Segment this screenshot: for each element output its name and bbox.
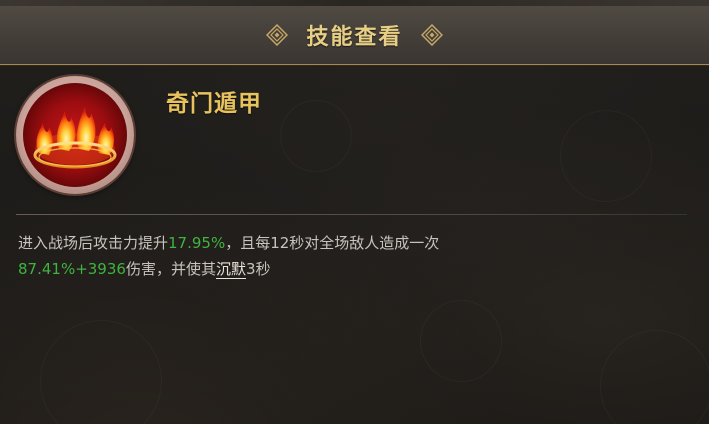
background-ornament <box>560 110 652 202</box>
background-ornament <box>280 100 352 172</box>
dialog-title: 技能查看 <box>306 24 403 50</box>
skill-description: 进入战场后攻击力提升17.95%，且每12秒对全场敌人造成一次 87.41%+3… <box>18 230 678 282</box>
diamond-ornament-icon <box>266 24 289 46</box>
skill-view-panel: 技能查看 奇门遁甲 进入战场后攻击力提升17.95%，且每12秒对全场敌人造成一… <box>0 0 709 424</box>
dialog-header: 技能查看 <box>0 6 709 65</box>
skill-icon-frame <box>16 76 134 194</box>
description-text: 进入战场后攻击力提升 <box>18 234 169 252</box>
description-text: ，且每12秒对全场敌人造成一次 <box>225 234 440 252</box>
section-divider <box>16 214 687 215</box>
flame-ring-icon <box>23 83 127 187</box>
description-line-1: 进入战场后攻击力提升17.95%，且每12秒对全场敌人造成一次 <box>18 230 678 256</box>
skill-name: 奇门遁甲 <box>166 90 262 117</box>
background-ornament <box>40 320 162 424</box>
description-text: 伤害，并使其 <box>125 260 216 278</box>
description-line-2: 87.41%+3936伤害，并使其沉默3秒 <box>18 256 678 282</box>
damage-value: 87.41%+3936 <box>18 260 126 278</box>
description-text: 3秒 <box>245 260 271 278</box>
silence-keyword-link[interactable]: 沉默 <box>215 260 246 279</box>
background-ornament <box>600 330 709 424</box>
diamond-ornament-icon <box>420 24 443 46</box>
background-ornament <box>420 300 502 382</box>
attack-boost-value: 17.95% <box>168 234 226 252</box>
